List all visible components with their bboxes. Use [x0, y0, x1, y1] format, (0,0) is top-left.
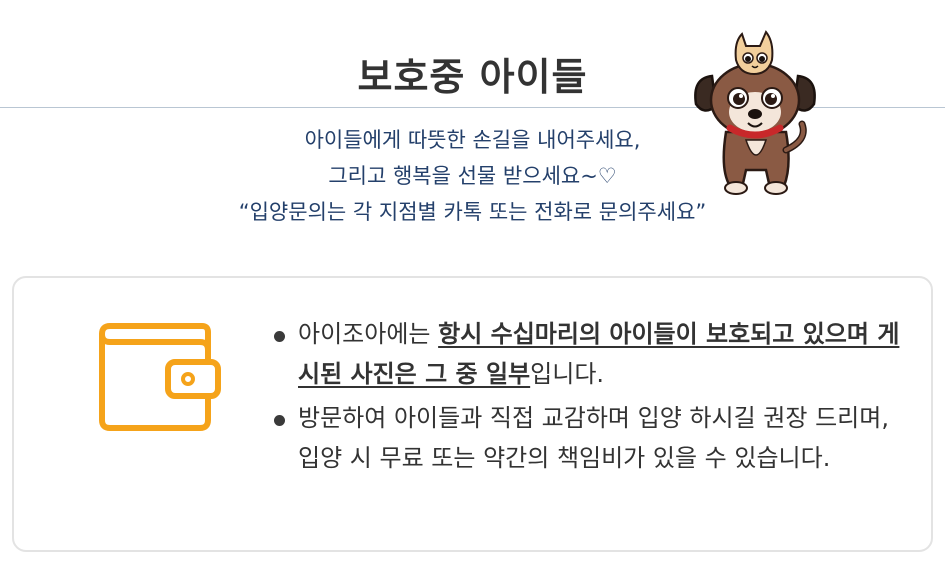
info-card: 아이조아에는 항시 수십마리의 아이들이 보호되고 있으며 게시된 사진은 그 …	[12, 276, 933, 552]
intro-line: “입양문의는 각 지점별 카톡 또는 전화로 문의주세요”	[238, 200, 707, 224]
info-note: 방문하여 아이들과 직접 교감하며 입양 하시길 권장 드리며, 입양 시 무료…	[272, 398, 912, 478]
note-suffix: 입니다.	[530, 360, 605, 388]
dog-and-cat-mascot-icon	[694, 30, 816, 195]
bullet-dot	[274, 415, 285, 426]
note-text: 방문하여 아이들과 직접 교감하며 입양 하시길 권장 드리며, 입양 시 무료…	[298, 404, 889, 472]
note-prefix: 아이조아에는	[298, 320, 439, 348]
info-notes-list: 아이조아에는 항시 수십마리의 아이들이 보호되고 있으며 게시된 사진은 그 …	[272, 314, 912, 482]
info-note: 아이조아에는 항시 수십마리의 아이들이 보호되고 있으며 게시된 사진은 그 …	[272, 314, 912, 394]
wallet-icon	[99, 323, 221, 431]
bullet-dot	[274, 331, 285, 342]
page-header: 보호중 아이들 아이들에게 따뜻한 손길을 내어주세요, 그리고 행복을 선물 …	[0, 0, 945, 260]
